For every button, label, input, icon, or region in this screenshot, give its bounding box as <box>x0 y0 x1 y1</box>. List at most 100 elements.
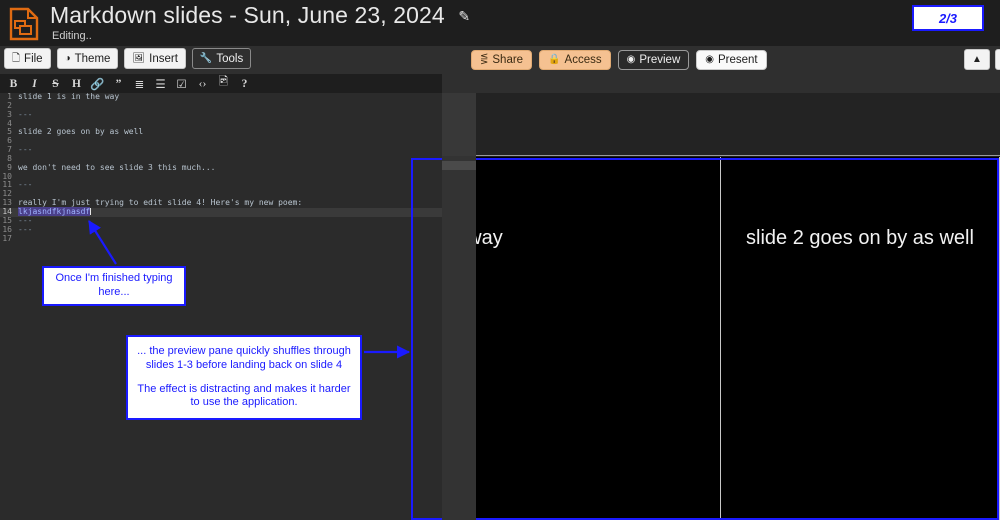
format-toolbar: B I S H 🔗 ” ≣ ☰ ☑ ‹› 🖻 ? <box>0 74 442 93</box>
callout-typing-line1: Once I'm finished typing <box>55 272 173 285</box>
text-cursor <box>90 207 92 215</box>
editor-line[interactable]: 3 --- <box>0 109 442 120</box>
line-text: --- <box>18 224 442 235</box>
present-label: Present <box>717 54 758 66</box>
access-button[interactable]: 🔒 Access <box>539 50 611 70</box>
editor-line[interactable]: 16 --- <box>0 224 442 235</box>
line-text: slide 2 goes on by as well <box>18 127 144 137</box>
code-icon[interactable]: ‹› <box>192 75 213 92</box>
image-icon: 🖼 <box>132 52 146 64</box>
menu-bar: 🗋 File ◑ Theme 🖼 Insert 🔧 Tools <box>4 48 252 69</box>
lock-icon: 🔒 <box>548 54 561 65</box>
callout-typing: Once I'm finished typing here... <box>42 266 186 306</box>
ordered-list-icon[interactable]: ≣ <box>129 75 150 92</box>
line-text: lkjasndfkjnasdf <box>18 206 442 217</box>
menu-tools-button[interactable]: 🔧 Tools <box>191 48 252 69</box>
editor-line[interactable]: 17 <box>0 233 442 244</box>
horizontal-rule-text: --- <box>18 215 33 225</box>
line-text <box>18 137 442 146</box>
line-text <box>18 102 442 111</box>
corner-buttons: ▲ ▶ <box>964 49 1000 70</box>
editor-line[interactable]: 7 --- <box>0 145 442 155</box>
share-button[interactable]: ⋚ Share <box>471 50 533 70</box>
line-text: --- <box>18 145 442 155</box>
pencil-icon[interactable]: ✎ <box>458 8 470 25</box>
line-text: --- <box>18 215 442 226</box>
image-icon[interactable]: 🖻 <box>213 75 234 92</box>
eye-icon: ◉ <box>626 54 636 65</box>
editing-status: Editing.. <box>52 30 92 42</box>
preview-slide: slide 2 goes on by as well <box>721 157 1000 520</box>
slide-strip: slide 1 is in the way slide 2 goes on by… <box>442 157 1000 520</box>
menu-theme-button[interactable]: ◑ Theme <box>56 48 119 69</box>
preview-gutter-marker <box>442 161 476 170</box>
preview-slide-text: slide 2 goes on by as well <box>746 227 974 249</box>
app-header: Markdown slides - Sun, June 23, 2024 ✎ E… <box>0 0 1000 46</box>
italic-button[interactable]: I <box>24 75 45 92</box>
help-icon[interactable]: ? <box>234 75 255 92</box>
editor-line[interactable]: 9 we don't need to see slide 3 this much.… <box>0 162 442 173</box>
preview-gutter-top <box>442 93 476 156</box>
file-icon: 🗋 <box>12 52 21 64</box>
action-buttons: ⋚ Share 🔒 Access ◉ Preview ◉ Present <box>471 50 767 70</box>
wrench-icon: 🔧 <box>199 52 213 64</box>
quote-icon[interactable]: ” <box>108 75 129 92</box>
menu-theme-label: Theme <box>74 52 111 65</box>
title-block: Markdown slides - Sun, June 23, 2024 ✎ E… <box>50 2 470 42</box>
checkbox-icon[interactable]: ☑ <box>171 75 192 92</box>
chevron-right-icon[interactable]: ▶ <box>995 49 1000 70</box>
strikethrough-button[interactable]: S <box>45 75 66 92</box>
menu-file-label: File <box>24 52 43 65</box>
editor-line[interactable]: 1 slide 1 is in the way <box>0 93 442 102</box>
preview-label: Preview <box>639 54 681 66</box>
line-text: --- <box>18 181 442 190</box>
markdown-editor[interactable]: 1 slide 1 is in the way 2 3 --- 4 5 slide 2 goe… <box>0 93 442 520</box>
callout-preview-para2: The effect is distracting and makes it h… <box>137 382 351 409</box>
menu-insert-label: Insert <box>149 52 178 65</box>
horizontal-rule-text: --- <box>18 109 33 119</box>
share-icon: ⋚ <box>480 54 489 65</box>
menu-file-button[interactable]: 🗋 File <box>4 48 51 69</box>
present-button[interactable]: ◉ Present <box>696 50 767 70</box>
doc-title-text: Markdown slides - Sun, June 23, 2024 <box>50 2 445 28</box>
play-circle-icon: ◉ <box>705 54 714 65</box>
editor-line[interactable]: 2 <box>0 101 442 111</box>
slides-document-icon <box>8 7 40 41</box>
editor-line[interactable]: 5 slide 2 goes on by as well <box>0 128 442 137</box>
callout-preview-para1: ... the preview pane quickly shuffles th… <box>137 345 351 371</box>
share-label: Share <box>492 54 524 66</box>
callout-preview-behavior: ... the preview pane quickly shuffles th… <box>126 335 362 420</box>
menu-tools-label: Tools <box>216 52 244 65</box>
callout-typing-line2: here... <box>98 286 130 298</box>
page-counter-annotation: 2/3 <box>912 5 984 31</box>
selected-text: lkjasndfkjnasdf <box>18 206 91 216</box>
editor-line[interactable]: 14 lkjasndfkjnasdf <box>0 206 442 217</box>
line-text: --- <box>18 109 442 120</box>
palette-icon: ◑ <box>64 52 71 64</box>
link-icon[interactable]: 🔗 <box>87 75 108 92</box>
preview-pane[interactable]: slide 1 is in the way slide 2 goes on by… <box>442 93 1000 520</box>
unordered-list-icon[interactable]: ☰ <box>150 75 171 92</box>
editor-line[interactable]: 10 <box>0 172 442 182</box>
preview-topbar <box>442 93 1000 156</box>
horizontal-rule-text: --- <box>18 180 33 190</box>
page-title: Markdown slides - Sun, June 23, 2024 ✎ <box>50 2 470 29</box>
access-label: Access <box>564 54 602 66</box>
editor-line[interactable]: 15 --- <box>0 215 442 226</box>
line-text <box>18 173 442 182</box>
line-text <box>18 235 442 244</box>
line-text: we don't need to see slide 3 this much..… <box>18 162 216 172</box>
preview-gutter <box>442 93 476 520</box>
preview-slide: slide 1 is in the way <box>442 157 721 520</box>
menu-insert-button[interactable]: 🖼 Insert <box>124 48 186 69</box>
bold-button[interactable]: B <box>3 75 24 92</box>
heading-button[interactable]: H <box>66 75 87 92</box>
horizontal-rule-text: --- <box>18 224 33 234</box>
horizontal-rule-text: --- <box>18 145 33 155</box>
editor-line[interactable]: 6 <box>0 136 442 146</box>
preview-button[interactable]: ◉ Preview <box>617 50 690 70</box>
line-number: 17 <box>2 233 12 243</box>
editor-line[interactable]: 11 --- <box>0 181 442 190</box>
line-text: slide 1 is in the way <box>18 93 120 101</box>
chevron-up-icon[interactable]: ▲ <box>964 49 990 70</box>
